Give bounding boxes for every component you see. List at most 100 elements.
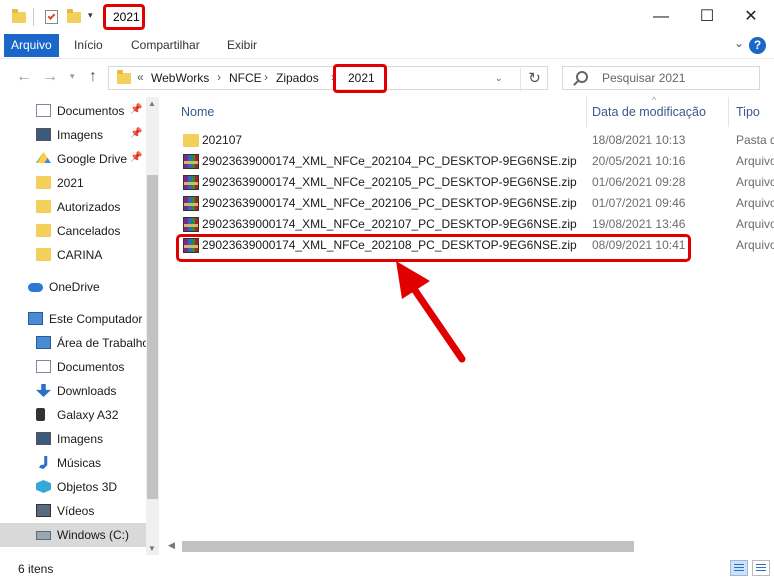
pin-icon: 📌: [130, 104, 143, 115]
ribbon-expand-icon[interactable]: ⌄: [734, 36, 744, 50]
nav-item-label: Documentos: [57, 104, 125, 118]
breadcrumb-separator[interactable]: ›: [264, 70, 268, 84]
breadcrumb-webworks[interactable]: WebWorks: [151, 71, 209, 85]
nav-item-onedrive[interactable]: OneDrive: [0, 275, 146, 299]
file-type: Pasta d: [736, 133, 774, 147]
minimize-button[interactable]: —: [638, 5, 684, 29]
file-name: 29023639000174_XML_NFCe_202105_PC_DESKTO…: [202, 175, 577, 189]
pin-icon: 📌: [130, 152, 143, 163]
overflow-icon[interactable]: «: [137, 70, 144, 84]
horizontal-scroll-thumb[interactable]: [182, 541, 634, 552]
column-divider[interactable]: [586, 97, 587, 127]
documents-icon: [36, 104, 51, 117]
nav-scroll-thumb[interactable]: [147, 175, 158, 499]
column-header-date[interactable]: Data de modificação: [592, 105, 706, 119]
nav-item-galaxy-a32[interactable]: Galaxy A32: [0, 403, 146, 427]
folder-icon: [12, 9, 26, 23]
file-date: 20/05/2021 10:16: [592, 154, 686, 168]
downloads-icon: [36, 384, 51, 397]
nav-item-label: Google Drive: [57, 152, 128, 166]
sort-indicator-icon: ^: [652, 95, 657, 105]
nav-item-documentos-pinned[interactable]: Documentos 📌: [0, 99, 146, 123]
nav-item-carina[interactable]: CARINA: [0, 243, 146, 267]
new-folder-icon[interactable]: [67, 9, 81, 23]
window-title: 2021: [113, 10, 140, 24]
recent-locations-icon[interactable]: ▾: [70, 71, 75, 82]
nav-item-label: Galaxy A32: [57, 408, 119, 422]
folder-icon: [36, 176, 51, 189]
nav-item-google-drive[interactable]: Google Drive 📌: [0, 147, 146, 171]
horizontal-scrollbar[interactable]: ◀: [168, 538, 774, 555]
nav-item-label: Objetos 3D: [57, 480, 118, 494]
nav-item-label: Imagens: [57, 432, 104, 446]
nav-item-windows-c[interactable]: Windows (C:): [0, 523, 146, 547]
search-input[interactable]: Pesquisar 2021: [562, 66, 760, 90]
annotation-arrow-icon: [396, 261, 466, 363]
file-name: 202107: [202, 133, 243, 147]
breadcrumb-zipados[interactable]: Zipados: [276, 71, 319, 85]
scroll-up-icon[interactable]: ▲: [148, 99, 156, 108]
file-row[interactable]: 29023639000174_XML_NFCe_202106_PC_DESKTO…: [176, 193, 774, 214]
nav-item-videos[interactable]: Vídeos: [0, 499, 146, 523]
quick-access-dropdown-icon[interactable]: ▾: [88, 10, 93, 21]
breadcrumb-nfce[interactable]: NFCE: [229, 71, 262, 85]
tab-arquivo[interactable]: Arquivo: [4, 34, 59, 57]
folder-icon: [183, 134, 199, 147]
objects-3d-icon: [36, 480, 51, 493]
column-divider[interactable]: [728, 97, 729, 127]
nav-item-2021[interactable]: 2021: [0, 171, 146, 195]
column-header-name[interactable]: Nome: [181, 105, 214, 119]
tab-exibir[interactable]: Exibir: [219, 34, 265, 57]
address-dropdown-icon[interactable]: ⌄: [495, 73, 503, 84]
file-type: Arquivo: [736, 196, 774, 210]
divider: [33, 8, 34, 26]
file-type: Arquivo: [736, 154, 774, 168]
nav-item-label: Área de Trabalho: [57, 336, 150, 350]
nav-item-musicas[interactable]: Músicas: [0, 451, 146, 475]
file-row[interactable]: 29023639000174_XML_NFCe_202107_PC_DESKTO…: [176, 214, 774, 235]
archive-icon: [183, 175, 199, 190]
back-arrow-icon[interactable]: ←: [16, 68, 32, 86]
nav-item-cancelados[interactable]: Cancelados: [0, 219, 146, 243]
nav-item-imagens[interactable]: Imagens: [0, 427, 146, 451]
archive-icon: [183, 154, 199, 169]
properties-icon[interactable]: [45, 10, 58, 24]
nav-item-documentos[interactable]: Documentos: [0, 355, 146, 379]
address-row: ← → ▾ ↑ « WebWorks › NFCE › Zipados › 20…: [0, 58, 774, 96]
archive-icon: [183, 217, 199, 232]
details-view-icon[interactable]: [730, 560, 748, 576]
navigation-pane: Documentos 📌 Imagens 📌 Google Drive 📌 20…: [0, 97, 160, 555]
file-row[interactable]: 202107 18/08/2021 10:13 Pasta d: [176, 130, 774, 151]
maximize-button[interactable]: ☐: [684, 5, 730, 29]
file-name: 29023639000174_XML_NFCe_202107_PC_DESKTO…: [202, 217, 577, 231]
nav-item-label: Documentos: [57, 360, 125, 374]
close-button[interactable]: ✕: [728, 5, 774, 29]
nav-item-label: OneDrive: [49, 280, 100, 294]
nav-item-este-computador[interactable]: Este Computador: [0, 307, 146, 331]
scroll-down-icon[interactable]: ▼: [148, 544, 156, 553]
nav-item-objetos-3d[interactable]: Objetos 3D: [0, 475, 146, 499]
refresh-icon[interactable]: ↻: [520, 68, 548, 92]
nav-item-label: Cancelados: [57, 224, 121, 238]
address-bar[interactable]: « WebWorks › NFCE › Zipados › 2021 ⌄: [108, 66, 548, 90]
up-arrow-icon[interactable]: ↑: [89, 68, 97, 86]
tab-compartilhar[interactable]: Compartilhar: [123, 34, 208, 57]
nav-item-area-de-trabalho[interactable]: Área de Trabalho: [0, 331, 150, 355]
nav-item-autorizados[interactable]: Autorizados: [0, 195, 146, 219]
nav-item-imagens-pinned[interactable]: Imagens 📌: [0, 123, 146, 147]
nav-item-label: Windows (C:): [57, 528, 130, 542]
file-row[interactable]: 29023639000174_XML_NFCe_202105_PC_DESKTO…: [176, 172, 774, 193]
scroll-left-icon[interactable]: ◀: [168, 540, 175, 551]
folder-icon: [36, 248, 51, 261]
forward-arrow-icon[interactable]: →: [42, 68, 58, 86]
nav-scrollbar[interactable]: ▲ ▼: [146, 97, 159, 555]
large-icons-view-icon[interactable]: [752, 560, 770, 576]
file-row[interactable]: 29023639000174_XML_NFCe_202104_PC_DESKTO…: [176, 151, 774, 172]
nav-item-downloads[interactable]: Downloads: [0, 379, 146, 403]
breadcrumb-separator[interactable]: ›: [217, 70, 221, 84]
phone-icon: [36, 408, 45, 421]
tab-inicio[interactable]: Início: [66, 34, 111, 57]
file-type: Arquivo: [736, 175, 774, 189]
help-icon[interactable]: ?: [749, 37, 766, 54]
column-header-type[interactable]: Tipo: [736, 105, 760, 119]
